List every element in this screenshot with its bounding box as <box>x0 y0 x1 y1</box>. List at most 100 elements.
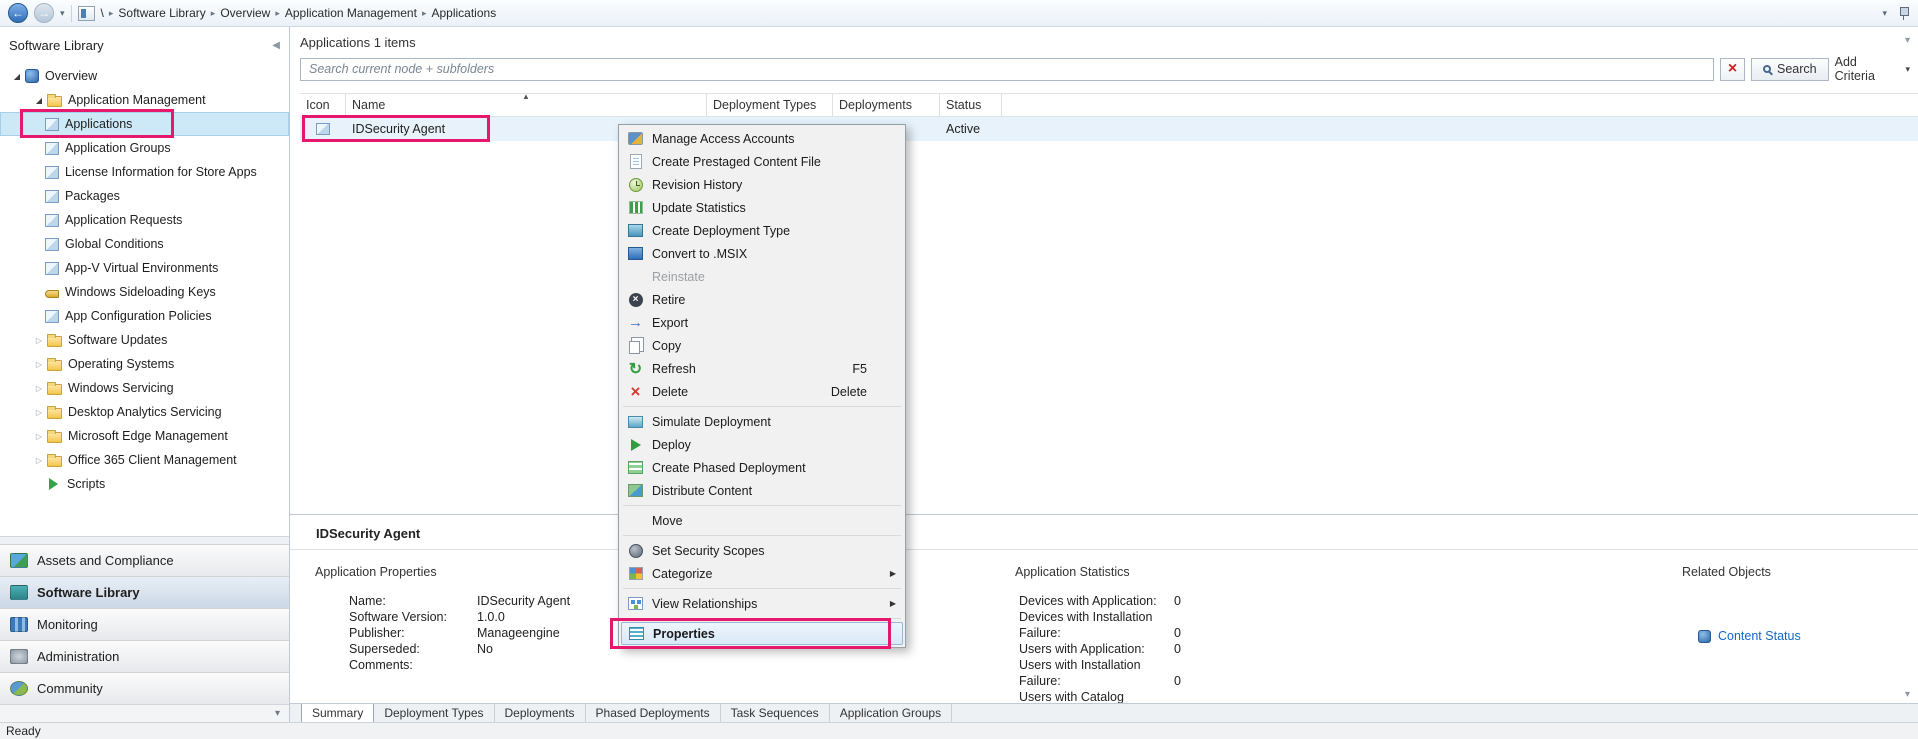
search-input[interactable] <box>300 57 1714 81</box>
sidebar-item-scripts[interactable]: Scripts <box>0 472 289 496</box>
menu-item-label: Export <box>652 315 689 330</box>
menu-item-properties[interactable]: Properties <box>610 618 903 649</box>
column-header-name[interactable]: Name <box>346 94 707 116</box>
breadcrumb-separator-icon[interactable] <box>422 8 427 19</box>
content-status-link[interactable]: Content Status <box>1698 629 1801 643</box>
sidebar-item-windows-servicing[interactable]: Windows Servicing <box>0 376 289 400</box>
sidebar-item-app-configuration-policies[interactable]: App Configuration Policies <box>0 304 289 328</box>
tab-deployments[interactable]: Deployments <box>495 704 586 722</box>
tab-summary[interactable]: Summary <box>301 704 375 722</box>
ribbon-collapse-chevron-icon[interactable] <box>1905 35 1910 46</box>
expander-collapsed-icon[interactable] <box>32 432 46 441</box>
workspace-splitter[interactable] <box>0 536 289 544</box>
workspace-software-library[interactable]: Software Library <box>0 576 289 608</box>
breadcrumb-separator-icon[interactable] <box>109 8 114 19</box>
navigation-pane-header: Software Library <box>0 27 289 64</box>
history-clock-icon <box>628 177 643 192</box>
expander-expanded-icon[interactable] <box>10 72 24 81</box>
expander-collapsed-icon[interactable] <box>32 384 46 393</box>
breadcrumb-separator-icon[interactable] <box>211 8 216 19</box>
back-button[interactable] <box>8 3 28 23</box>
breadcrumb-item-applications[interactable]: Applications <box>431 6 496 20</box>
pin-icon[interactable] <box>1897 6 1910 20</box>
sidebar-item-microsoft-edge-management[interactable]: Microsoft Edge Management <box>0 424 289 448</box>
workspace-buttons: Assets and Compliance Software Library M… <box>0 536 289 722</box>
software-library-icon <box>10 585 28 600</box>
sidebar-item-software-updates[interactable]: Software Updates <box>0 328 289 352</box>
menu-item-manage-access-accounts[interactable]: Manage Access Accounts <box>621 127 903 150</box>
detail-title: IDSecurity Agent <box>316 526 421 541</box>
sidebar-item-application-management[interactable]: Application Management <box>0 88 289 112</box>
breadcrumb-item-software-library[interactable]: Software Library <box>118 6 205 20</box>
tab-phased-deployments[interactable]: Phased Deployments <box>586 704 721 722</box>
sidebar-item-overview[interactable]: Overview <box>0 64 289 88</box>
column-header-icon[interactable]: Icon <box>300 94 346 116</box>
sidebar-item-windows-sideloading-keys[interactable]: Windows Sideloading Keys <box>0 280 289 304</box>
detail-scroll-chevron-icon[interactable] <box>1905 689 1910 700</box>
menu-item-move[interactable]: Move <box>621 509 903 532</box>
sidebar-item-global-conditions[interactable]: Global Conditions <box>0 232 289 256</box>
sidebar-item-office-365-client-management[interactable]: Office 365 Client Management <box>0 448 289 472</box>
sidebar-item-packages[interactable]: Packages <box>0 184 289 208</box>
menu-item-label: Create Phased Deployment <box>652 460 806 475</box>
menu-item-categorize[interactable]: Categorize <box>621 562 903 585</box>
tab-deployment-types[interactable]: Deployment Types <box>374 704 495 722</box>
column-header-status[interactable]: Status <box>940 94 1002 116</box>
menu-item-refresh[interactable]: Refresh F5 <box>621 357 903 380</box>
menu-item-create-deployment-type[interactable]: Create Deployment Type <box>621 219 903 242</box>
sidebar-item-desktop-analytics-servicing[interactable]: Desktop Analytics Servicing <box>0 400 289 424</box>
search-button[interactable]: Search <box>1751 57 1829 81</box>
expander-collapsed-icon[interactable] <box>32 456 46 465</box>
field-value: 0 <box>1174 594 1181 608</box>
sidebar-item-applications[interactable]: Applications <box>0 109 289 138</box>
menu-item-view-relationships[interactable]: View Relationships <box>621 592 903 615</box>
expander-collapsed-icon[interactable] <box>32 336 46 345</box>
configure-buttons-chevron-icon[interactable] <box>0 704 289 722</box>
expander-collapsed-icon[interactable] <box>32 408 46 417</box>
expander-collapsed-icon[interactable] <box>32 360 46 369</box>
menu-item-update-statistics[interactable]: Update Statistics <box>621 196 903 219</box>
column-header-deployments[interactable]: Deployments <box>833 94 940 116</box>
workspace-monitoring[interactable]: Monitoring <box>0 608 289 640</box>
sidebar-item-appv-virtual-environments[interactable]: App-V Virtual Environments <box>0 256 289 280</box>
breadcrumb-item-application-management[interactable]: Application Management <box>285 6 417 20</box>
menu-separator <box>623 588 901 589</box>
sidebar-item-application-requests[interactable]: Application Requests <box>0 208 289 232</box>
menu-item-create-phased-deployment[interactable]: Create Phased Deployment <box>621 456 903 479</box>
tab-task-sequences[interactable]: Task Sequences <box>721 704 830 722</box>
topbar-dropdown-icon[interactable] <box>1882 8 1887 19</box>
menu-item-create-prestaged-content-file[interactable]: Create Prestaged Content File <box>621 150 903 173</box>
forward-button[interactable] <box>34 3 54 23</box>
tab-application-groups[interactable]: Application Groups <box>830 704 953 722</box>
field-label: Comments: <box>349 658 413 672</box>
workspace-community[interactable]: Community <box>0 672 289 704</box>
menu-item-distribute-content[interactable]: Distribute Content <box>621 479 903 502</box>
sidebar-item-application-groups[interactable]: Application Groups <box>0 136 289 160</box>
folder-icon <box>47 358 62 371</box>
clear-search-button[interactable] <box>1720 57 1745 81</box>
menu-item-simulate-deployment[interactable]: Simulate Deployment <box>621 410 903 433</box>
menu-item-export[interactable]: Export <box>621 311 903 334</box>
menu-item-revision-history[interactable]: Revision History <box>621 173 903 196</box>
history-dropdown-icon[interactable] <box>60 8 65 19</box>
breadcrumb-separator-icon[interactable] <box>275 8 280 19</box>
link-label: Content Status <box>1718 629 1801 643</box>
expander-expanded-icon[interactable] <box>32 96 46 105</box>
sidebar-item-operating-systems[interactable]: Operating Systems <box>0 352 289 376</box>
sidebar-item-license-information[interactable]: License Information for Store Apps <box>0 160 289 184</box>
menu-item-set-security-scopes[interactable]: Set Security Scopes <box>621 539 903 562</box>
menu-item-deploy[interactable]: Deploy <box>621 433 903 456</box>
menu-item-delete[interactable]: Delete Delete <box>621 380 903 403</box>
breadcrumb-root[interactable]: \ <box>101 6 104 20</box>
table-row-idsecurity-agent[interactable]: IDSecurity Agent Active <box>300 115 1918 142</box>
add-criteria-button[interactable]: Add Criteria <box>1835 55 1910 83</box>
menu-item-convert-to-msix[interactable]: Convert to .MSIX <box>621 242 903 265</box>
column-header-deployment-types[interactable]: Deployment Types <box>707 94 833 116</box>
breadcrumb-item-overview[interactable]: Overview <box>220 6 270 20</box>
menu-item-retire[interactable]: Retire <box>621 288 903 311</box>
workspace-assets-and-compliance[interactable]: Assets and Compliance <box>0 544 289 576</box>
workspace-administration[interactable]: Administration <box>0 640 289 672</box>
collapse-pane-icon[interactable] <box>272 40 280 51</box>
menu-item-copy[interactable]: Copy <box>621 334 903 357</box>
menu-item-label: View Relationships <box>652 596 758 611</box>
